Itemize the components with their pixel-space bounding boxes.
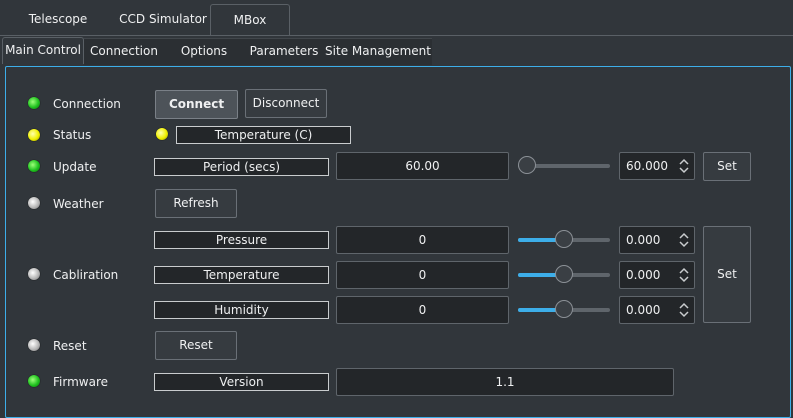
humidity-label: Humidity: [154, 301, 329, 319]
pressure-spinbox-value: 0.000: [626, 233, 661, 247]
status-label: Status: [53, 128, 92, 142]
reset-button[interactable]: Reset: [155, 331, 237, 360]
temperature-slider-handle[interactable]: [555, 265, 573, 283]
temperature-spinbox-value: 0.000: [626, 268, 661, 282]
period-label: Period (secs): [154, 158, 329, 176]
period-spinbox-value: 60.000: [626, 159, 668, 173]
tab-main-control[interactable]: Main Control: [2, 37, 84, 64]
period-slider[interactable]: [518, 156, 610, 174]
pressure-slider-handle[interactable]: [555, 230, 573, 248]
version-label: Version: [154, 373, 329, 391]
tab-divider: [0, 35, 793, 36]
weather-label: Weather: [53, 197, 104, 211]
update-label: Update: [53, 160, 97, 174]
status-led: [28, 129, 40, 141]
pressure-label: Pressure: [154, 231, 329, 249]
update-set-button[interactable]: Set: [703, 152, 751, 181]
spin-arrows-icon[interactable]: [678, 265, 690, 285]
humidity-spinbox[interactable]: 0.000: [619, 296, 695, 324]
temperature-value: 0: [336, 261, 509, 289]
temperature-spinbox[interactable]: 0.000: [619, 261, 695, 289]
calibration-set-button[interactable]: Set: [703, 226, 751, 323]
disconnect-button[interactable]: Disconnect: [245, 89, 327, 118]
pressure-spinbox[interactable]: 0.000: [619, 226, 695, 254]
tab-mbox[interactable]: MBox: [210, 4, 290, 36]
temperature-label: Temperature: [154, 266, 329, 284]
humidity-value: 0: [336, 296, 509, 324]
humidity-spinbox-value: 0.000: [626, 303, 661, 317]
tab-connection[interactable]: Connection: [84, 38, 164, 65]
temperature-light-led: [156, 128, 168, 140]
update-status-led: [28, 160, 40, 172]
pressure-slider[interactable]: [518, 230, 610, 248]
period-spinbox[interactable]: 60.000: [619, 152, 695, 180]
version-value: 1.1: [336, 368, 674, 396]
refresh-button[interactable]: Refresh: [155, 189, 237, 218]
humidity-slider-handle[interactable]: [555, 300, 573, 318]
firmware-status-led: [28, 375, 40, 387]
tab-ccd-simulator[interactable]: CCD Simulator: [116, 4, 210, 36]
tab-site-management[interactable]: Site Management: [324, 38, 432, 65]
pressure-value: 0: [336, 226, 509, 254]
period-value: 60.00: [336, 152, 509, 180]
period-slider-handle[interactable]: [518, 156, 536, 174]
connection-status-led: [28, 97, 40, 109]
spin-arrows-icon[interactable]: [678, 300, 690, 320]
connect-button[interactable]: Connect: [155, 90, 238, 119]
firmware-label: Firmware: [53, 375, 108, 389]
humidity-slider[interactable]: [518, 300, 610, 318]
calibration-label: Cabliration: [53, 268, 119, 282]
tab-telescope-simulator[interactable]: Telescope Simulator: [0, 4, 116, 56]
tab-options[interactable]: Options: [164, 38, 244, 65]
spin-arrows-icon[interactable]: [678, 156, 690, 176]
temperature-slider[interactable]: [518, 265, 610, 283]
temperature-light-label: Temperature (C): [176, 126, 351, 144]
reset-status-led: [28, 339, 40, 351]
spin-arrows-icon[interactable]: [678, 230, 690, 250]
calibration-status-led: [28, 268, 40, 280]
weather-status-led: [28, 197, 40, 209]
tab-parameters[interactable]: Parameters: [244, 38, 324, 65]
connection-label: Connection: [53, 97, 121, 111]
reset-label: Reset: [53, 339, 87, 353]
